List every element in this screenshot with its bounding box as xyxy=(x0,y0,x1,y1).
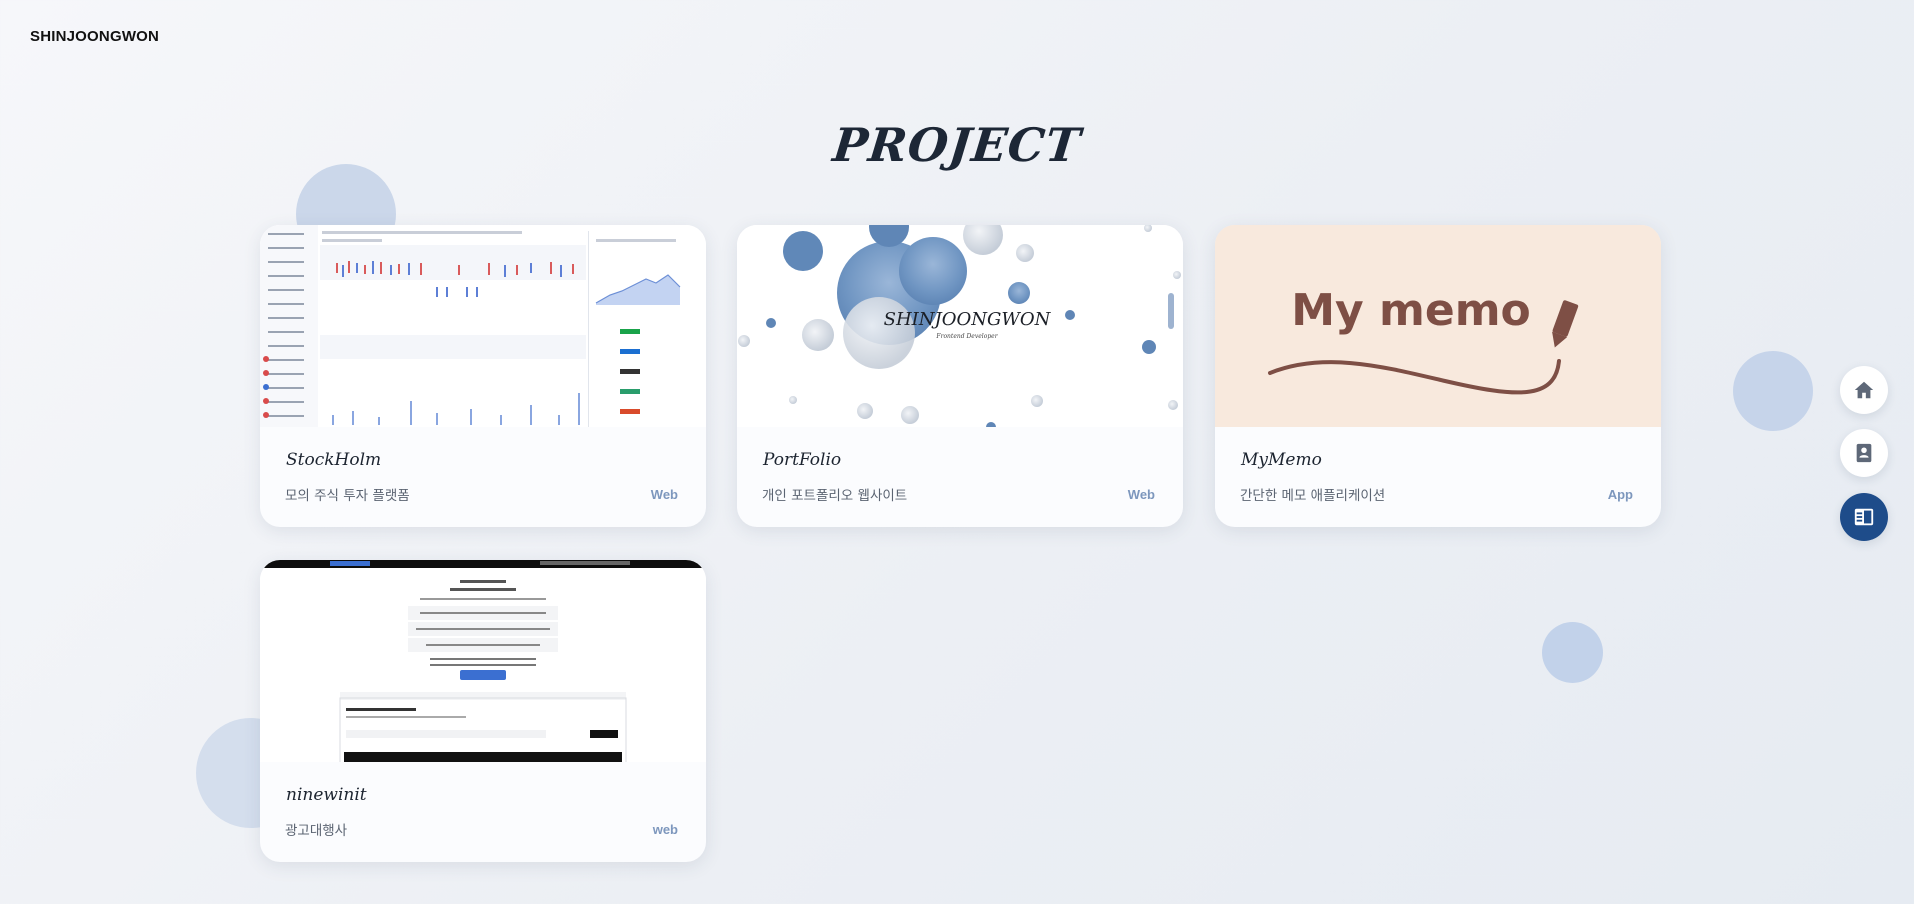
project-thumbnail xyxy=(260,560,706,762)
project-type-badge: Web xyxy=(650,487,678,502)
page-title: PROJECT xyxy=(830,118,1084,172)
project-name: MyMemo xyxy=(1241,450,1322,470)
nav-home-button[interactable] xyxy=(1840,366,1888,414)
project-type-badge: web xyxy=(652,822,678,837)
project-thumbnail xyxy=(260,225,706,427)
project-card-mymemo[interactable]: My memo MyMemo 간단한 메모 애플리케이션 App xyxy=(1215,225,1661,527)
decor-bubble xyxy=(1733,351,1813,431)
project-icon xyxy=(1854,508,1874,526)
nav-contact-button[interactable] xyxy=(1840,429,1888,477)
project-thumbnail: My memo xyxy=(1215,225,1661,427)
site-logo[interactable]: SHINJOONGWON xyxy=(30,28,159,45)
project-card-stockholm[interactable]: StockHolm 모의 주식 투자 플랫폼 Web xyxy=(260,225,706,527)
portfolio-thumb-title: SHINJOONGWON xyxy=(884,309,1052,330)
project-type-badge: Web xyxy=(1127,487,1155,502)
portfolio-thumb-subtitle: Frontend Developer xyxy=(935,333,998,340)
stock-app-screenshot xyxy=(260,225,706,427)
portfolio-screenshot: SHINJOONGWON Frontend Developer xyxy=(737,225,1183,427)
project-description: 개인 포트폴리오 웹사이트 xyxy=(762,488,908,504)
project-description: 광고대행사 xyxy=(285,823,348,839)
project-name: PortFolio xyxy=(763,450,842,470)
ninewinit-screenshot xyxy=(260,560,706,762)
project-type-badge: App xyxy=(1607,487,1633,502)
mymemo-thumb-title: My memo xyxy=(1291,285,1531,336)
nav-project-button[interactable] xyxy=(1840,493,1888,541)
project-card-portfolio[interactable]: SHINJOONGWON Frontend Developer PortFoli… xyxy=(737,225,1183,527)
mymemo-logo-image: My memo xyxy=(1215,225,1661,427)
project-thumbnail: SHINJOONGWON Frontend Developer xyxy=(737,225,1183,427)
project-card-ninewinit[interactable]: ninewinit 광고대행사 web xyxy=(260,560,706,862)
project-name: StockHolm xyxy=(286,450,382,470)
project-name: ninewinit xyxy=(286,785,367,805)
project-description: 모의 주식 투자 플랫폼 xyxy=(285,488,410,504)
contact-icon xyxy=(1856,443,1872,463)
decor-bubble xyxy=(1542,622,1603,683)
project-description: 간단한 메모 애플리케이션 xyxy=(1240,488,1386,504)
home-icon xyxy=(1854,381,1874,399)
